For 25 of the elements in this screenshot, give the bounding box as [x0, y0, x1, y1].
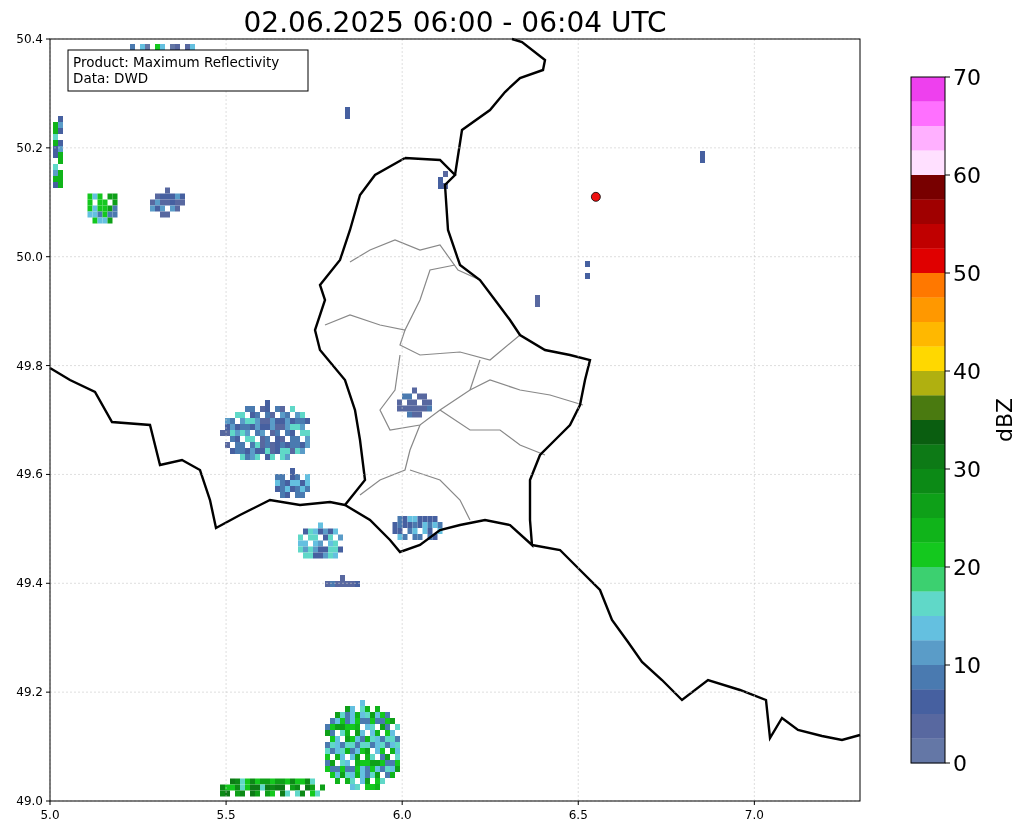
annotation-text: Product: Maximum Reflectivity	[73, 54, 280, 70]
colorbar-tick-label: 50	[953, 261, 981, 286]
x-tick-label: 7.0	[744, 808, 764, 822]
y-tick-label: 50.4	[16, 32, 43, 46]
x-tick-label: 6.5	[568, 808, 588, 822]
y-tick-label: 50.0	[16, 249, 43, 264]
y-tick-label: 49.2	[16, 685, 43, 700]
colorbar-tick-label: 70	[953, 65, 981, 90]
x-tick-label: 6.0	[392, 808, 412, 822]
colorbar-tick-label: 40	[953, 359, 981, 384]
chart-title: 02.06.2025 06:00 - 06:04 UTC	[243, 6, 667, 39]
colorbar-label: dBZ	[992, 397, 1017, 443]
y-tick-label: 50.2	[16, 140, 43, 155]
colorbar-tick-label: 0	[953, 751, 967, 776]
colorbar-tick-label: 60	[953, 163, 981, 188]
annotation-text: Data: DWD	[73, 70, 149, 86]
y-tick-label: 49.6	[16, 467, 43, 482]
colorbar-tick-label: 30	[953, 457, 981, 482]
y-tick-label: 49.0	[16, 794, 43, 808]
colorbar-tick-label: 10	[953, 653, 981, 678]
colorbar-tick-label: 20	[953, 555, 981, 580]
y-tick-label: 49.4	[16, 576, 43, 591]
x-tick-label: 5.0	[40, 808, 60, 822]
x-tick-label: 5.5	[216, 808, 236, 822]
y-tick-label: 49.8	[16, 358, 43, 373]
